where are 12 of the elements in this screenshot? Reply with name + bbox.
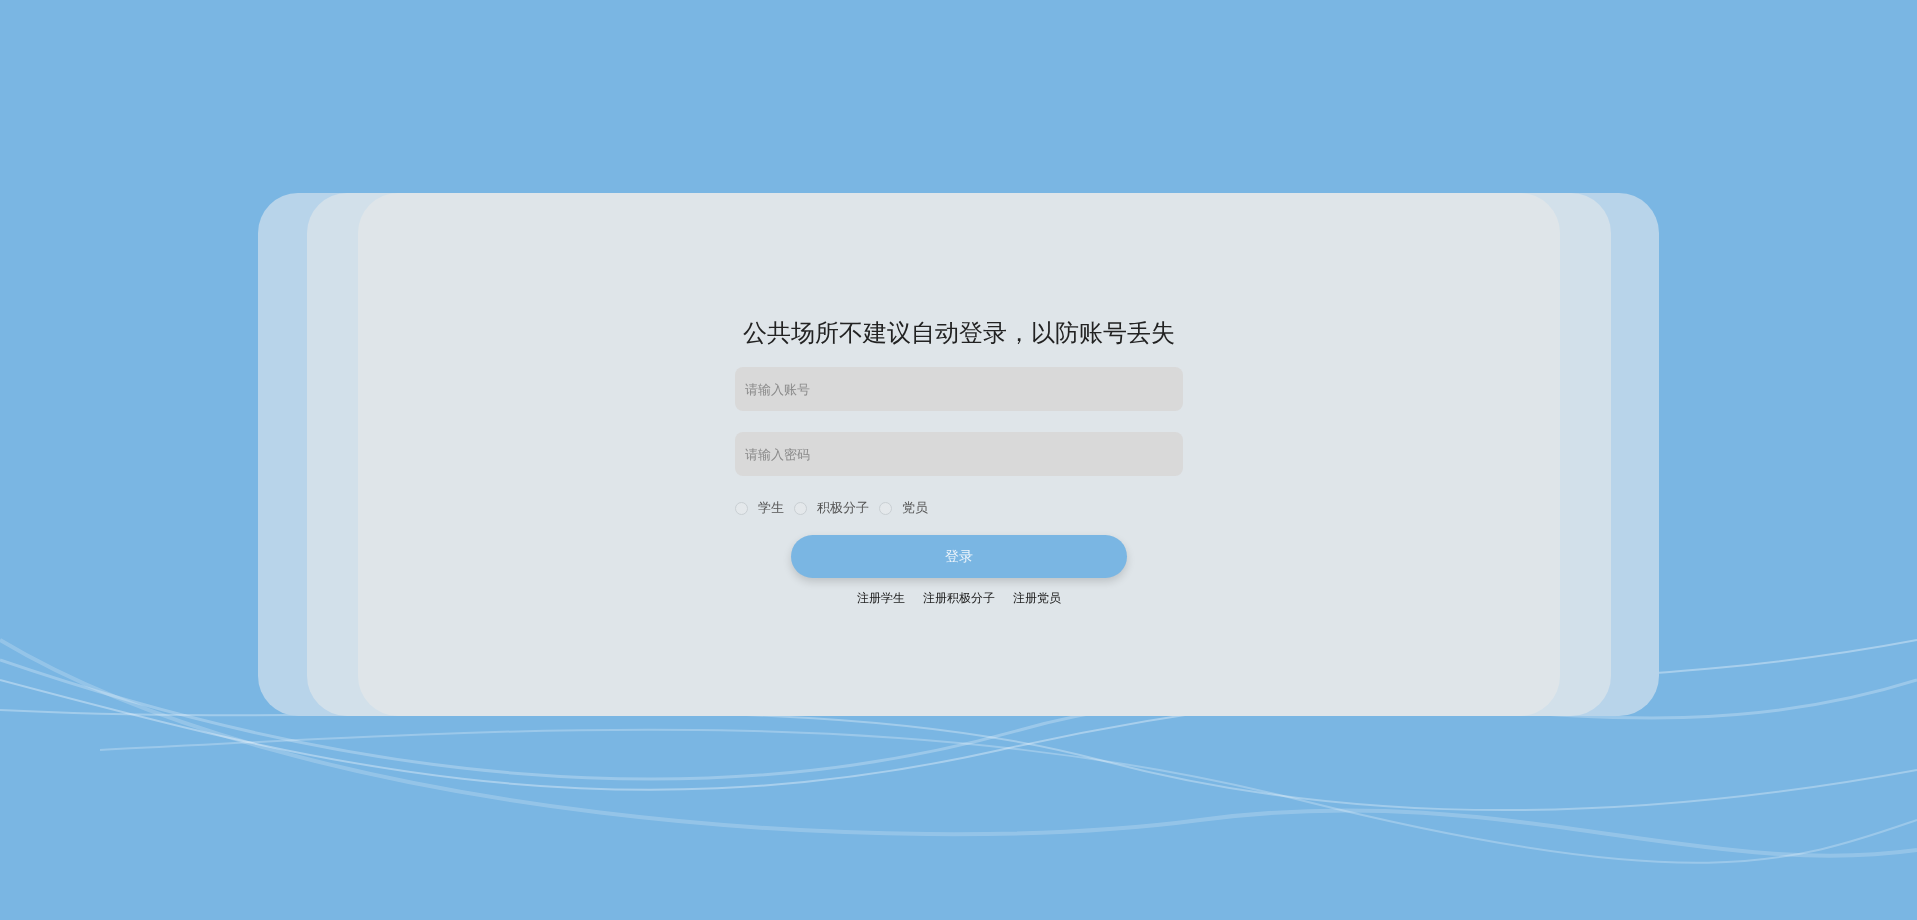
radio-button[interactable] [793, 501, 807, 515]
radio-label: 党员 [901, 499, 928, 517]
register-link[interactable]: 注册党员 [1012, 590, 1061, 607]
account-field[interactable]: 请输入账号 [734, 367, 1183, 411]
radio-button[interactable] [878, 501, 892, 515]
radio-button[interactable] [734, 501, 748, 515]
register-link[interactable]: 注册积极分子 [922, 590, 995, 607]
radio-label: 学生 [757, 499, 784, 517]
radio-label: 积极分子 [816, 499, 869, 517]
login-title: 公共场所不建议自动登录，以防账号丢失 [741, 318, 1176, 349]
password-field[interactable]: 请输入密码 [734, 432, 1183, 476]
register-link[interactable]: 注册学生 [856, 590, 905, 607]
